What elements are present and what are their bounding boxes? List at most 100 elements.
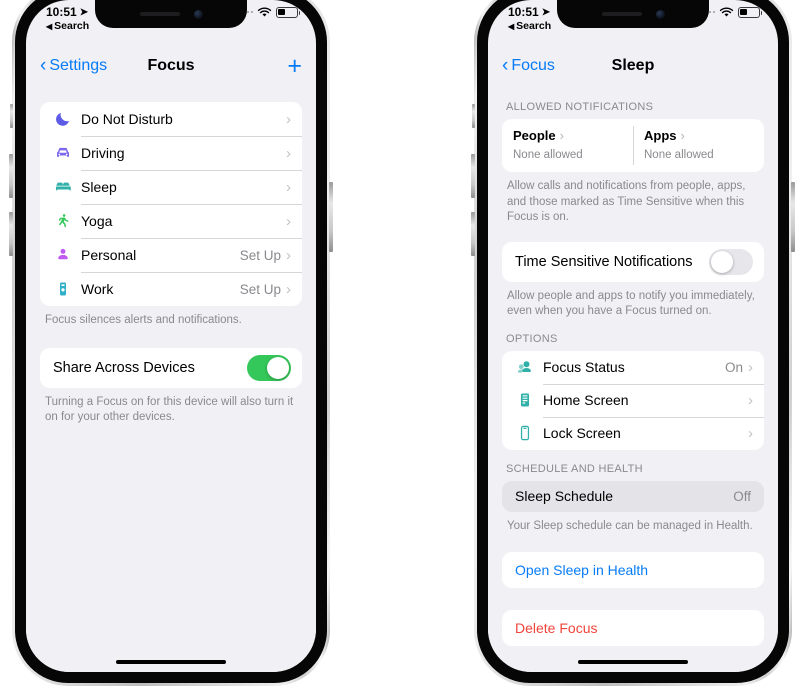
chevron-right-icon: › [286,110,291,128]
apps-card[interactable]: Apps › None allowed [633,119,764,172]
options-row-label: Lock Screen [543,425,621,442]
sleep-schedule-footer: Your Sleep schedule can be managed in He… [507,519,753,532]
time-sensitive-footer: Allow people and apps to notify you imme… [507,289,755,318]
time-sensitive-toggle[interactable] [709,248,753,275]
home-indicator[interactable] [116,659,226,664]
iphone-device-left: 10:51 ➤ ◀ Search ‹ Settings Focus + Do N… [9,0,333,686]
front-camera-icon [193,9,203,19]
volume-down-button[interactable] [9,212,13,256]
share-across-devices-row[interactable]: Share Across Devices [40,348,302,388]
chevron-right-icon: › [559,128,564,143]
sleep-schedule-row[interactable]: Sleep Schedule Off [502,481,764,512]
allowed-notifications-cards: People › None allowed Apps › None allowe… [502,119,764,172]
back-button-label: Settings [49,57,108,74]
schedule-header: SCHEDULE AND HEALTH [506,462,643,475]
status-time-group: 10:51 ➤ [46,5,88,19]
focus-row-work[interactable]: Work Set Up › [40,272,302,306]
people-card[interactable]: People › None allowed [502,119,633,172]
back-to-app-label-right: Search [516,20,552,32]
options-row-lock-screen[interactable]: Lock Screen › [502,416,764,450]
back-triangle-icon-right: ◀ [508,21,515,31]
home-indicator-right[interactable] [578,659,688,664]
chevron-right-icon: › [748,358,753,376]
share-across-devices-footer: Turning a Focus on for this device will … [45,395,294,424]
chevron-right-icon: › [748,391,753,409]
people-card-label: People [513,128,556,143]
navigation-bar-sleep: ‹ Focus Sleep [488,44,778,88]
wifi-icon [257,6,272,17]
sleep-schedule-card: Sleep Schedule Off [502,480,764,512]
focus-settings-content: Do Not Disturb › Driving › Sleep › Yoga › Person… [26,88,316,672]
screen-focus-list: 10:51 ➤ ◀ Search ‹ Settings Focus + Do N… [26,0,316,672]
volume-up-button[interactable] [9,154,13,198]
people-card-subtitle: None allowed [513,149,583,161]
add-focus-button[interactable]: + [287,53,302,79]
chevron-right-icon: › [286,280,291,298]
chevron-right-icon: › [680,128,685,143]
time-sensitive-row[interactable]: Time Sensitive Notifications [502,242,764,282]
delete-focus-button[interactable]: Delete Focus [502,610,764,647]
home-screen-icon [514,391,535,409]
back-triangle-icon: ◀ [46,21,53,31]
earpiece-speaker-icon [139,12,180,16]
options-card: Focus Status On › Home Screen › Lock Screen › [502,350,764,450]
status-indicators-right [700,6,763,18]
people-card-title-group: People › [513,128,622,143]
briefcase-icon [52,280,73,298]
options-row-focus-status[interactable]: Focus Status On › [502,351,764,384]
focus-row-driving[interactable]: Driving › [40,136,302,170]
share-across-devices-toggle[interactable] [247,354,291,381]
status-time-group-right: 10:51 ➤ [508,5,550,19]
focus-row-label: Sleep [81,179,117,195]
options-row-label: Focus Status [543,359,625,376]
back-to-app-label: Search [54,20,90,32]
focus-row-label: Yoga [81,213,113,229]
options-row-home-screen[interactable]: Home Screen › [502,383,764,417]
battery-icon [276,6,301,18]
back-button-settings[interactable]: ‹ Settings [40,55,108,76]
back-button-label-right: Focus [511,57,555,74]
share-across-devices-label: Share Across Devices [53,359,195,376]
chevron-right-icon: › [748,424,753,442]
lock-screen-icon [514,424,535,442]
options-header: OPTIONS [506,332,558,345]
power-button[interactable] [329,182,333,252]
back-button-focus[interactable]: ‹ Focus [502,56,555,75]
mute-switch-button-right[interactable] [472,104,475,128]
runner-icon [52,212,73,230]
bed-icon [52,178,73,196]
focus-row-personal[interactable]: Personal Set Up › [40,238,302,272]
focus-row-value: Set Up [239,247,281,263]
screen-sleep-focus-detail: 10:51 ➤ ◀ Search ‹ Focus Sleep ALLOWED N… [488,0,778,672]
focus-list-card: Do Not Disturb › Driving › Sleep › Yoga › Person… [40,102,302,306]
options-row-value: On [724,359,743,375]
volume-up-button-right[interactable] [471,154,475,198]
open-sleep-in-health-button[interactable]: Open Sleep in Health [502,552,764,589]
apps-card-title-group: Apps › [644,128,753,143]
wifi-icon-right [719,6,734,17]
time-sensitive-card: Time Sensitive Notifications [502,241,764,282]
power-button-right[interactable] [791,182,795,252]
sleep-focus-content: ALLOWED NOTIFICATIONS People › None allo… [488,88,778,672]
iphone-device-right: 10:51 ➤ ◀ Search ‹ Focus Sleep ALLOWED N… [471,0,795,686]
chevron-right-icon: › [286,144,291,162]
focus-row-sleep[interactable]: Sleep › [40,170,302,204]
volume-down-button-right[interactable] [471,212,475,256]
share-across-devices-card: Share Across Devices [40,347,302,388]
apps-card-subtitle: None allowed [644,149,714,161]
status-time: 10:51 [46,5,77,19]
battery-icon-right [738,6,763,18]
person-icon [52,246,73,264]
navigation-bar-focus: ‹ Settings Focus + [26,44,316,88]
apps-card-label: Apps [644,128,677,143]
chevron-left-icon: ‹ [40,55,47,76]
time-sensitive-label: Time Sensitive Notifications [515,253,693,270]
earpiece-speaker-icon-right [601,12,642,16]
focus-row-do-not-disturb[interactable]: Do Not Disturb › [40,102,302,136]
focus-row-label: Work [81,281,114,297]
notch [95,0,247,28]
mute-switch-button[interactable] [10,104,13,128]
device-bezel-right: 10:51 ➤ ◀ Search ‹ Focus Sleep ALLOWED N… [477,0,789,683]
focus-row-yoga[interactable]: Yoga › [40,204,302,238]
focus-status-people-icon [514,358,535,376]
